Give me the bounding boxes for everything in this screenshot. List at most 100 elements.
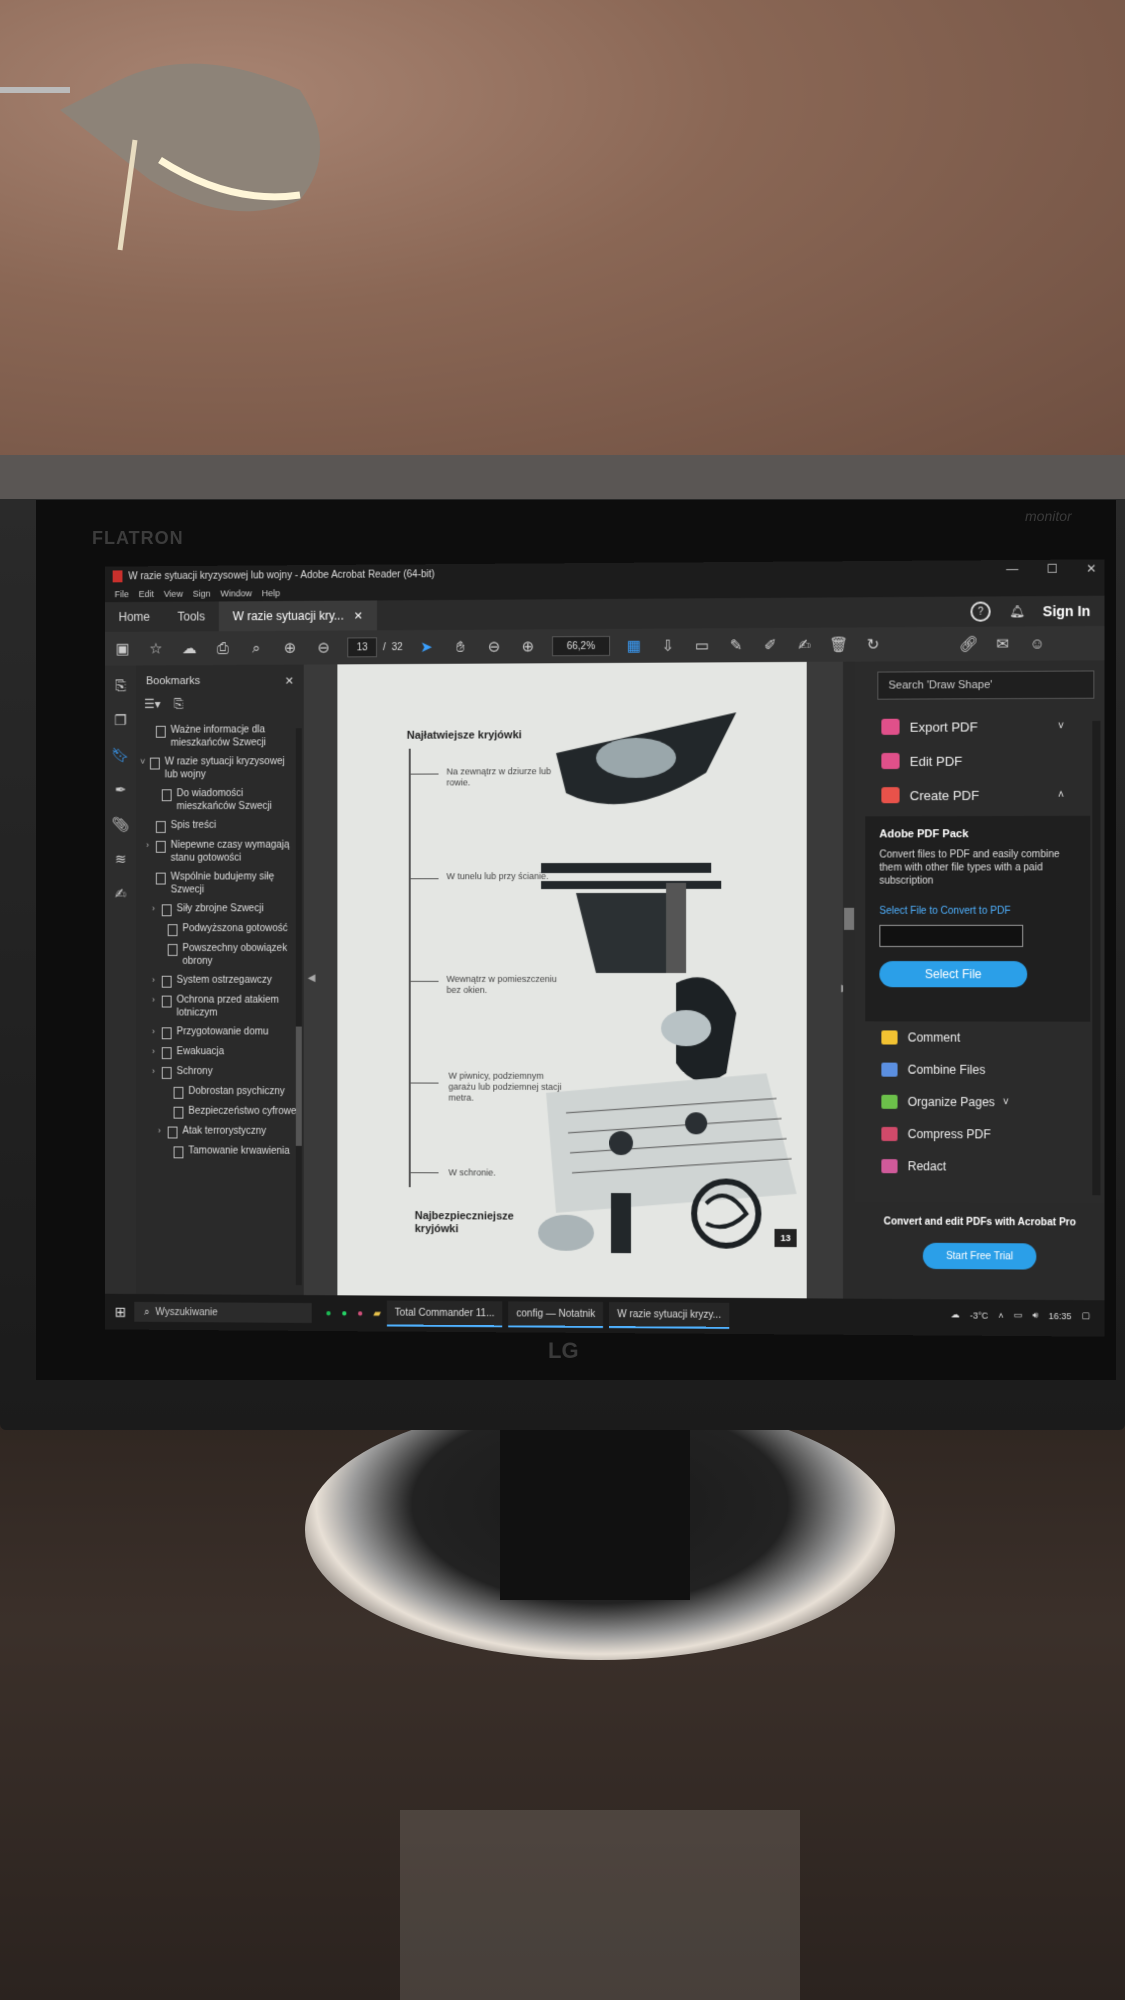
attachments-icon[interactable]: 📎︎ [112,816,129,833]
menu-view[interactable]: View [164,589,183,599]
network-icon[interactable]: ▭ [1014,1310,1023,1321]
link-icon[interactable]: 🔗︎ [958,635,978,653]
tray-chevron-icon[interactable]: ˄ [998,1310,1003,1320]
rotate-icon[interactable]: ↻ [863,635,883,653]
bookmark-item[interactable]: › Przygotowanie domu [140,1022,304,1042]
select-file-button[interactable]: Select File [879,961,1027,987]
menu-file[interactable]: File [115,589,129,599]
bookmarks-close-icon[interactable]: ✕ [285,674,294,687]
bookmark-item[interactable]: › Ochrona przed atakiem lotniczym [140,991,304,1023]
bookmark-star-icon[interactable]: ☆ [146,640,166,658]
fill-sign-icon[interactable]: ✍︎ [795,636,815,654]
chevron-icon[interactable]: › [152,1045,162,1058]
spotify-icon[interactable]: ● [326,1308,332,1319]
chevron-icon[interactable]: ˅ [140,756,150,769]
draw-icon[interactable]: ✐ [760,636,780,654]
bookmark-item[interactable]: › System ostrzegawczy [140,971,304,991]
bookmark-item[interactable]: › Niepewne czasy wymagają stanu gotowości [140,836,304,868]
taskbar-app-notepad[interactable]: config — Notatnik [508,1301,603,1328]
chevron-icon[interactable]: › [152,1065,162,1078]
comment-icon[interactable]: ▭ [692,636,712,654]
compress-pdf-tool[interactable]: Compress PDF [855,1118,1104,1151]
new-bookmark-icon[interactable]: ⎘ [174,697,183,711]
bookmark-item[interactable]: Dobrostan psychiczny [140,1082,304,1102]
close-icon[interactable]: ✕ [1086,561,1096,575]
collapse-left-icon[interactable]: ◀ [308,973,316,984]
tab-document[interactable]: W razie sytuacji kry... ✕ [219,600,377,631]
bookmark-item[interactable]: Bezpieczeństwo cyfrowe [140,1102,304,1122]
tab-close-icon[interactable]: ✕ [354,609,363,622]
bell-icon[interactable]: 🔔︎ [1009,604,1024,618]
bookmark-item[interactable]: Powszechny obowiązek obrony [140,939,304,971]
mail-icon[interactable]: ✉ [993,635,1013,653]
zoom-out-icon[interactable]: ⊖ [484,638,504,656]
tab-tools[interactable]: Tools [164,601,219,631]
zoom-select[interactable]: 66,2% [552,636,610,656]
chevron-icon[interactable]: › [146,839,156,852]
edit-pdf-button[interactable]: Edit PDF [855,743,1104,778]
chevron-down-icon[interactable]: ˅ [1058,721,1064,732]
chevron-down-icon[interactable]: ˅ [1003,1097,1009,1108]
export-pdf-button[interactable]: Export PDF ˅ [855,709,1104,744]
fit-page-icon[interactable]: ▦ [624,637,644,655]
tab-home[interactable]: Home [105,602,164,632]
chevron-icon[interactable]: › [158,1125,168,1138]
chevron-icon[interactable]: › [152,1025,162,1038]
bookmark-item[interactable]: Podwyższona gotowość [140,919,304,939]
fill-sign-panel-icon[interactable]: ✍︎ [115,886,127,903]
save-icon[interactable]: ▣ [113,640,133,658]
page-number-input[interactable]: 13 [347,637,377,657]
hand-icon[interactable]: ✋︎ [450,638,470,655]
chevron-icon[interactable]: › [152,994,162,1007]
notifications-icon[interactable]: ▢ [1082,1310,1091,1321]
taskbar-app-acrobat[interactable]: W razie sytuacji kryzy... [609,1302,729,1329]
prev-page-icon[interactable]: ⊕ [280,639,300,657]
menu-sign[interactable]: Sign [193,589,211,599]
page-thumbnails-icon[interactable]: ⎘ [115,677,126,694]
bookmark-item[interactable]: Wspólnie budujemy siłę Szwecji [140,867,304,899]
bookmark-item[interactable]: Ważne informacje dla mieszkańców Szwecji [140,720,304,752]
sign-in-button[interactable]: Sign In [1043,603,1090,619]
volume-icon[interactable]: 🔊︎ [1033,1310,1039,1321]
layers-icon[interactable]: ≋ [115,851,127,868]
pages-icon[interactable]: ❐ [114,712,126,729]
next-page-icon[interactable]: ⊖ [314,639,334,657]
bookmark-item[interactable]: › Schrony [140,1062,304,1082]
chevron-icon[interactable]: › [152,902,162,915]
menu-window[interactable]: Window [220,588,252,598]
print-icon[interactable]: ⎙ [213,640,233,657]
bookmark-options-icon[interactable]: ☰▾ [144,697,160,711]
highlight-icon[interactable]: ✎ [726,636,746,654]
redact-tool[interactable]: Redact [855,1150,1104,1183]
bookmark-item[interactable]: Do wiadomości mieszkańców Szwecji [140,784,304,816]
convert-file-input[interactable] [879,925,1023,947]
folder-icon[interactable]: ▰ [373,1308,381,1319]
scroll-mode-icon[interactable]: ⇩ [658,637,678,655]
bookmarks-scrollbar[interactable] [296,728,302,1285]
weather-icon[interactable]: ☁ [951,1309,960,1320]
bookmarks-panel-icon[interactable]: 🔖︎ [112,747,129,764]
start-free-trial-button[interactable]: Start Free Trial [923,1243,1037,1270]
bookmark-item[interactable]: › Siły zbrojne Szwecji [140,899,304,919]
instagram-icon[interactable]: ● [357,1308,363,1319]
delete-icon[interactable]: 🗑︎ [829,636,849,654]
windows-start-icon[interactable]: ⊞ [115,1304,127,1321]
search-icon[interactable]: ⌕ [246,639,266,656]
menu-edit[interactable]: Edit [139,589,154,599]
taskbar-search[interactable]: ⌕ Wyszukiwanie [134,1302,311,1323]
maximize-icon[interactable]: ☐ [1047,562,1058,576]
create-pdf-button[interactable]: Create PDF ˄ [855,777,1104,812]
bookmark-item[interactable]: › Ewakuacja [140,1042,304,1062]
bookmark-item[interactable]: Spis treści [140,816,304,836]
select-cursor-icon[interactable]: ➤ [417,638,437,656]
tools-search-input[interactable]: Search 'Draw Shape' [877,670,1094,699]
bookmark-item[interactable]: Tamowanie krwawienia [140,1141,304,1161]
taskbar-app-total-commander[interactable]: Total Commander 11... [387,1301,503,1328]
organize-pages-tool[interactable]: Organize Pages ˅ [855,1086,1104,1119]
upload-icon[interactable]: ☁ [179,639,199,657]
combine-files-tool[interactable]: Combine Files [855,1054,1104,1087]
document-scrollbar[interactable] [843,662,855,1299]
whatsapp-icon[interactable]: ● [341,1308,347,1319]
share-user-icon[interactable]: ☺ [1027,635,1047,652]
minimize-icon[interactable]: — [1006,562,1018,576]
